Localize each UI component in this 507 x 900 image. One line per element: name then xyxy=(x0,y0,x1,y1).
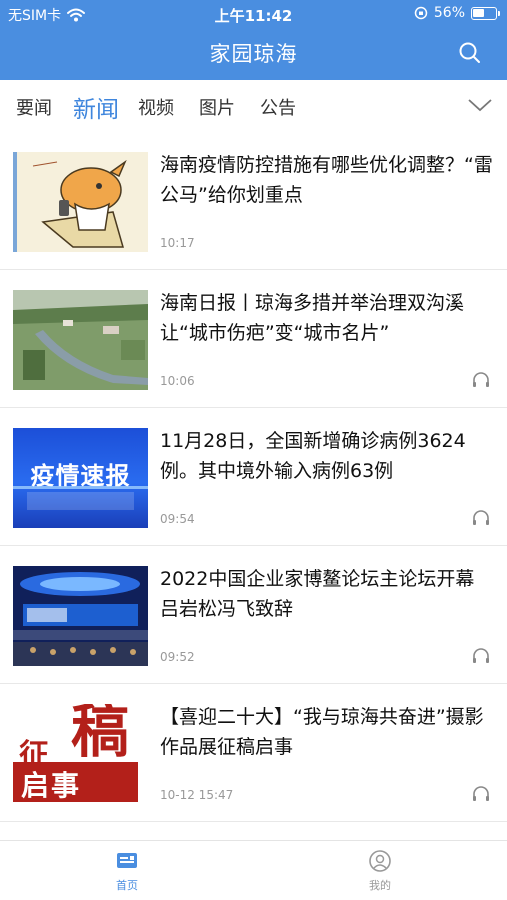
thumb-char: 启事 xyxy=(21,769,82,802)
news-item[interactable]: 疫情速报 11月28日，全国新增确诊病例3624例。其中境外输入病例63例 09… xyxy=(0,408,507,546)
headphones-icon[interactable] xyxy=(471,508,491,528)
news-time: 10-12 15:47 xyxy=(160,788,234,802)
tab-pictures[interactable]: 图片 xyxy=(199,94,235,120)
headphones-icon[interactable] xyxy=(471,370,491,390)
tab-home-label: 首页 xyxy=(116,879,138,892)
orientation-lock-icon xyxy=(414,6,428,20)
category-tabs: 要闻 新闻 视频 图片 公告 xyxy=(0,80,507,132)
battery-percent: 56% xyxy=(433,5,465,21)
tab-notices[interactable]: 公告 xyxy=(260,94,296,120)
headphones-icon[interactable] xyxy=(471,646,491,666)
tab-home[interactable]: 首页 xyxy=(87,849,167,893)
news-title: 11月28日，全国新增确诊病例3624例。其中境外输入病例63例 xyxy=(160,430,466,482)
tab-news[interactable]: 新闻 xyxy=(73,90,119,124)
app-header: 无SIM卡 上午11:42 56% 家园琼海 xyxy=(0,0,507,80)
chevron-down-icon[interactable] xyxy=(467,96,493,114)
news-time: 10:17 xyxy=(160,236,195,250)
page-title: 家园琼海 xyxy=(209,42,298,66)
battery-icon xyxy=(471,6,500,20)
thumb-char: 稿 xyxy=(71,704,130,765)
news-item[interactable]: 2022中国企业家博鳌论坛主论坛开幕 吕岩松冯飞致辞 09:52 xyxy=(0,546,507,684)
tab-video[interactable]: 视频 xyxy=(138,94,174,120)
tab-headlines[interactable]: 要闻 xyxy=(16,94,52,120)
news-time: 10:06 xyxy=(160,374,195,388)
news-title: 2022中国企业家博鳌论坛主论坛开幕 吕岩松冯飞致辞 xyxy=(160,568,475,620)
tab-mine[interactable]: 我的 xyxy=(340,849,420,893)
news-item[interactable]: 海南日报丨琼海多措并举治理双沟溪 让“城市伤疤”变“城市名片” 10:06 xyxy=(0,270,507,408)
news-thumbnail xyxy=(13,152,148,252)
bottom-tab-bar: 首页 我的 xyxy=(0,840,507,900)
news-thumbnail xyxy=(13,566,148,666)
user-icon xyxy=(369,850,391,872)
news-title: 【喜迎二十大】“我与琼海共奋进”摄影作品展征稿启事 xyxy=(160,706,484,758)
headphones-icon[interactable] xyxy=(471,784,491,804)
news-item[interactable]: 海南疫情防控措施有哪些优化调整？“雷公马”给你划重点 10:17 xyxy=(0,132,507,270)
tab-mine-label: 我的 xyxy=(369,879,391,892)
title-bar: 家园琼海 xyxy=(0,32,507,72)
news-thumbnail xyxy=(13,290,148,390)
news-item[interactable]: 稿 征 启事 【喜迎二十大】“我与琼海共奋进”摄影作品展征稿启事 10-12 1… xyxy=(0,684,507,822)
news-title: 海南日报丨琼海多措并举治理双沟溪 让“城市伤疤”变“城市名片” xyxy=(160,292,465,344)
home-icon xyxy=(117,853,137,868)
status-right: 56% xyxy=(414,5,500,21)
news-time: 09:52 xyxy=(160,650,195,664)
search-icon[interactable] xyxy=(457,40,483,66)
news-title: 海南疫情防控措施有哪些优化调整？“雷公马”给你划重点 xyxy=(160,154,493,206)
news-time: 09:54 xyxy=(160,512,195,526)
news-thumbnail: 疫情速报 xyxy=(13,428,148,528)
status-bar: 无SIM卡 上午11:42 56% xyxy=(0,0,507,30)
news-thumbnail: 稿 征 启事 xyxy=(13,704,148,804)
